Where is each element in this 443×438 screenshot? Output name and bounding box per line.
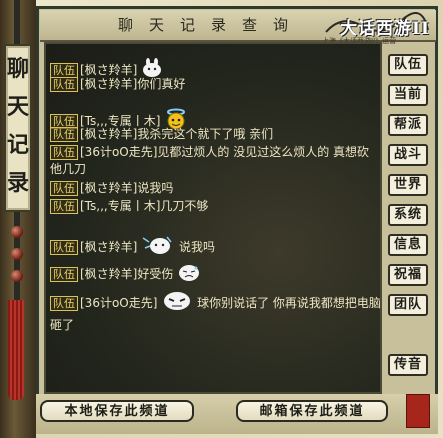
message-text: [36计oO走先]见都过烦人的 没见过这么烦人的 真想砍他几刀 bbox=[50, 145, 370, 176]
tassel-icon bbox=[8, 300, 24, 400]
bottom-toolbar: 本地保存此频道 邮箱保存此频道 bbox=[36, 394, 438, 434]
message-text: [36计oO走先] bbox=[80, 296, 158, 310]
chat-message: 队伍 [36计oO走先]见都过烦人的 没见过这么烦人的 真想砍他几刀 bbox=[50, 144, 380, 178]
chat-message: 队伍 [枫さ羚羊]好受伤 bbox=[50, 262, 201, 287]
channel-tag: 队伍 bbox=[50, 181, 78, 196]
channel-tag: 队伍 bbox=[50, 145, 78, 160]
message-text: [枫さ羚羊]你们真好 bbox=[80, 77, 186, 91]
chat-message: 队伍 [枫さ羚羊]你们真好 bbox=[50, 76, 185, 93]
chat-message: 队伍 [枫さ羚羊] 说我吗 bbox=[50, 234, 215, 261]
tab-system[interactable]: 系统 bbox=[388, 204, 428, 226]
channel-tag: 队伍 bbox=[50, 199, 78, 214]
tab-guild[interactable]: 帮派 bbox=[388, 114, 428, 136]
seal-stamp-icon bbox=[406, 394, 430, 428]
message-text: [枫さ羚羊] bbox=[80, 240, 138, 254]
channel-tag: 队伍 bbox=[50, 77, 78, 92]
message-text: [Ts,,,专属丨木]几刀不够 bbox=[80, 199, 209, 213]
bead-icon bbox=[11, 270, 23, 282]
tab-world[interactable]: 世界 bbox=[388, 174, 428, 196]
chat-message: 队伍 [枫さ羚羊]我杀完这个就下了哦 亲们 bbox=[50, 126, 273, 143]
left-decoration: 聊天记录 bbox=[0, 0, 36, 438]
tab-current[interactable]: 当前 bbox=[388, 84, 428, 106]
message-text: [枫さ羚羊]我杀完这个就下了哦 亲们 bbox=[80, 127, 274, 141]
rod-top bbox=[14, 0, 20, 44]
sad-emoticon-icon bbox=[177, 262, 201, 287]
tab-blessing[interactable]: 祝福 bbox=[388, 264, 428, 286]
channel-tag: 队伍 bbox=[50, 267, 78, 282]
chat-log[interactable]: 队伍 [枫さ羚羊] 队伍 [枫さ羚羊]你们真好 队伍 [Ts,,,专属丨木] 队伍 [枫… bbox=[44, 42, 382, 394]
window-banner: 聊天记录 bbox=[4, 44, 32, 212]
shy-emoticon-icon bbox=[141, 234, 175, 261]
channel-tag: 队伍 bbox=[50, 296, 78, 311]
channel-tag: 队伍 bbox=[50, 127, 78, 142]
title-bar[interactable]: 聊天记录查询 大话西游II 上海《大话西游II》运营 bbox=[40, 10, 436, 45]
tab-team[interactable]: 队伍 bbox=[388, 54, 428, 76]
message-text-after: 说我吗 bbox=[179, 240, 216, 254]
tab-group[interactable]: 团队 bbox=[388, 294, 428, 316]
bead-icon bbox=[11, 226, 23, 238]
message-text: [枫さ羚羊]好受伤 bbox=[80, 267, 174, 281]
channel-tabs: 队伍 当前 帮派 战斗 世界 系统 信息 祝福 团队 传音 bbox=[386, 46, 434, 390]
chat-message: 队伍 [Ts,,,专属丨木]几刀不够 bbox=[50, 198, 208, 215]
message-text: [枫さ羚羊] bbox=[80, 63, 138, 77]
save-mail-button[interactable]: 邮箱保存此频道 bbox=[236, 400, 388, 422]
tab-battle[interactable]: 战斗 bbox=[388, 144, 428, 166]
chat-history-window: 聊天记录 聊天记录查询 大话西游II 上海《大话西游II》运营 队伍 [枫さ羚羊]… bbox=[0, 0, 443, 438]
tab-info[interactable]: 信息 bbox=[388, 234, 428, 256]
glare-emoticon-icon bbox=[161, 290, 193, 317]
save-local-button[interactable]: 本地保存此频道 bbox=[40, 400, 194, 422]
message-text: [枫さ羚羊]说我吗 bbox=[80, 181, 174, 195]
window-title: 聊天记录查询 bbox=[117, 16, 304, 34]
bead-icon bbox=[11, 248, 23, 260]
tab-broadcast[interactable]: 传音 bbox=[388, 354, 428, 376]
chat-message: 队伍 [枫さ羚羊]说我吗 bbox=[50, 180, 173, 197]
chat-message: 队伍 [36计oO走先] 球你别说话了 你再说我都想把电脑砸了 bbox=[50, 290, 380, 334]
channel-tag: 队伍 bbox=[50, 240, 78, 255]
